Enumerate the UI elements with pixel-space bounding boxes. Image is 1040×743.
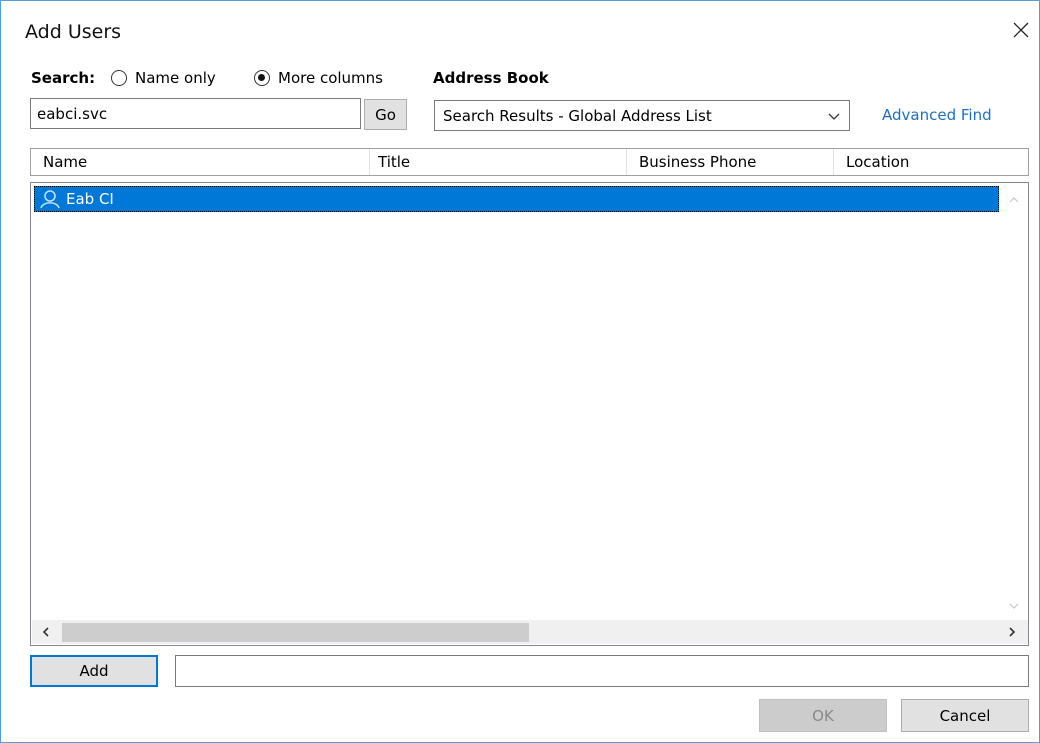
scrollbar-corner — [1000, 620, 1028, 644]
results-header: Name Title Business Phone Location — [30, 148, 1029, 176]
close-button[interactable] — [1004, 13, 1038, 47]
results-list[interactable]: Eab CI — [30, 182, 1029, 646]
chevron-down-icon — [1009, 603, 1019, 609]
selected-users-field[interactable] — [175, 655, 1029, 687]
address-book-selected: Search Results - Global Address List — [443, 106, 712, 125]
radio-more-columns[interactable] — [254, 70, 270, 86]
address-book-dropdown[interactable]: Search Results - Global Address List — [434, 100, 850, 131]
cancel-button[interactable]: Cancel — [901, 699, 1029, 732]
address-book-label: Address Book — [433, 69, 549, 87]
search-label: Search: — [31, 69, 96, 87]
radio-name-only-label[interactable]: Name only — [135, 69, 216, 87]
horizontal-scrollbar[interactable] — [32, 620, 1000, 644]
add-button[interactable]: Add — [30, 655, 158, 687]
search-input-value: eabci.svc — [37, 104, 108, 123]
vertical-scrollbar[interactable] — [1000, 184, 1028, 624]
close-icon — [1013, 22, 1029, 38]
advanced-find-link[interactable]: Advanced Find — [882, 106, 992, 124]
chevron-left-icon — [42, 627, 49, 637]
chevron-right-icon — [1009, 627, 1016, 637]
go-button[interactable]: Go — [364, 99, 407, 130]
column-header-title[interactable]: Title — [370, 149, 626, 175]
ok-button[interactable]: OK — [759, 699, 887, 732]
column-header-business-phone[interactable]: Business Phone — [627, 149, 833, 175]
table-row[interactable]: Eab CI — [34, 186, 999, 212]
scroll-right-arrow[interactable] — [1004, 624, 1020, 640]
row-name: Eab CI — [66, 190, 114, 208]
scroll-down-arrow[interactable] — [1006, 598, 1022, 614]
dialog-title: Add Users — [25, 21, 122, 43]
chevron-up-icon — [1009, 197, 1019, 203]
scroll-left-arrow[interactable] — [38, 624, 54, 640]
add-users-dialog: Add Users Search: Name only More columns… — [0, 0, 1040, 743]
column-header-name[interactable]: Name — [31, 149, 369, 175]
column-header-location[interactable]: Location — [834, 149, 1024, 175]
horizontal-scroll-thumb[interactable] — [62, 623, 529, 642]
chevron-down-icon — [828, 113, 840, 120]
radio-more-columns-label[interactable]: More columns — [278, 69, 383, 87]
scroll-up-arrow[interactable] — [1006, 192, 1022, 208]
radio-name-only[interactable] — [111, 70, 127, 86]
user-icon — [40, 190, 60, 209]
search-input[interactable]: eabci.svc — [30, 98, 361, 129]
